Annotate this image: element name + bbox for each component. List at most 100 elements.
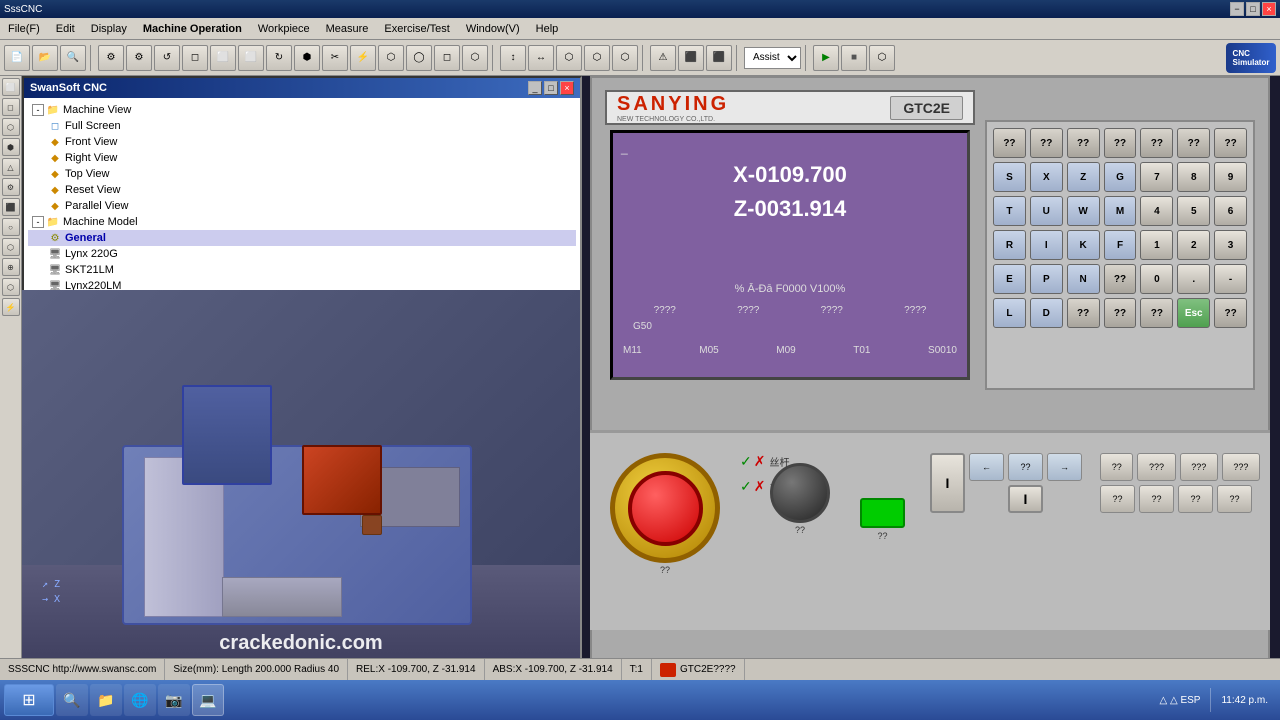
func-btn-6[interactable]: ?? xyxy=(1139,485,1174,513)
tree-node-reset-view[interactable]: ◆ Reset View xyxy=(28,182,576,198)
tool4[interactable]: ◻ xyxy=(182,45,208,71)
menu-machine-operation[interactable]: Machine Operation xyxy=(135,18,250,39)
tree-node-front-view[interactable]: ◆ Front View xyxy=(28,134,576,150)
tree-node-machine-view[interactable]: - 📁 Machine View xyxy=(28,102,576,118)
key-S[interactable]: S xyxy=(993,162,1026,192)
key-minus[interactable]: - xyxy=(1214,264,1247,294)
tool18[interactable]: ⬡ xyxy=(584,45,610,71)
tool19[interactable]: ⬡ xyxy=(612,45,638,71)
menu-help[interactable]: Help xyxy=(528,18,567,39)
minimize-button[interactable]: − xyxy=(1230,2,1244,16)
key-6[interactable]: 6 xyxy=(1214,196,1247,226)
key-dot[interactable]: . xyxy=(1177,264,1210,294)
key-4[interactable]: 4 xyxy=(1140,196,1173,226)
sidebar-icon-1[interactable]: ⬜ xyxy=(2,78,20,96)
key-8[interactable]: 8 xyxy=(1177,162,1210,192)
key-X[interactable]: X xyxy=(1030,162,1063,192)
func-btn-5[interactable]: ?? xyxy=(1100,485,1135,513)
tool11[interactable]: ⬡ xyxy=(378,45,404,71)
sidebar-icon-2[interactable]: ◻ xyxy=(2,98,20,116)
key-5[interactable]: 5 xyxy=(1177,196,1210,226)
tool17[interactable]: ⬡ xyxy=(556,45,582,71)
key-q-r5[interactable]: ?? xyxy=(1104,264,1137,294)
tool12[interactable]: ◯ xyxy=(406,45,432,71)
key-q3[interactable]: ?? xyxy=(1067,128,1100,158)
green-button[interactable] xyxy=(860,498,905,528)
tool10[interactable]: ⚡ xyxy=(350,45,376,71)
sidebar-icon-5[interactable]: △ xyxy=(2,158,20,176)
sidebar-icon-8[interactable]: ○ xyxy=(2,218,20,236)
sidebar-icon-12[interactable]: ⚡ xyxy=(2,298,20,316)
tool16[interactable]: ↔ xyxy=(528,45,554,71)
key-q-r6c[interactable]: ?? xyxy=(1140,298,1173,328)
key-L[interactable]: L xyxy=(993,298,1026,328)
key-9[interactable]: 9 xyxy=(1214,162,1247,192)
key-I[interactable]: I xyxy=(1030,230,1063,260)
tree-node-machine-model[interactable]: - 📁 Machine Model xyxy=(28,214,576,230)
menu-file[interactable]: File(F) xyxy=(0,18,48,39)
key-esc[interactable]: Esc xyxy=(1177,298,1210,328)
func-btn-7[interactable]: ?? xyxy=(1178,485,1213,513)
tool2[interactable]: ⚙ xyxy=(126,45,152,71)
tool1[interactable]: ⚙ xyxy=(98,45,124,71)
key-q2[interactable]: ?? xyxy=(1030,128,1063,158)
menu-exercise[interactable]: Exercise/Test xyxy=(376,18,457,39)
key-1[interactable]: 1 xyxy=(1140,230,1173,260)
key-K[interactable]: K xyxy=(1067,230,1100,260)
sidebar-icon-10[interactable]: ⊕ xyxy=(2,258,20,276)
key-3[interactable]: 3 xyxy=(1214,230,1247,260)
file-explorer-button[interactable]: 📁 xyxy=(90,684,122,716)
key-q-r6a[interactable]: ?? xyxy=(1067,298,1100,328)
tool5[interactable]: ⬜ xyxy=(210,45,236,71)
tree-close-button[interactable]: × xyxy=(560,81,574,95)
app-button[interactable]: 💻 xyxy=(192,684,224,716)
open-button[interactable]: 📂 xyxy=(32,45,58,71)
i-button-main[interactable]: I xyxy=(930,453,965,513)
browser-button[interactable]: 🌐 xyxy=(124,684,156,716)
key-7[interactable]: 7 xyxy=(1140,162,1173,192)
key-N[interactable]: N xyxy=(1067,264,1100,294)
close-button[interactable]: × xyxy=(1262,2,1276,16)
key-U[interactable]: U xyxy=(1030,196,1063,226)
sidebar-icon-11[interactable]: ⬡ xyxy=(2,278,20,296)
tree-minimize-button[interactable]: _ xyxy=(528,81,542,95)
key-q-r6b[interactable]: ?? xyxy=(1104,298,1137,328)
tool21[interactable]: ⬛ xyxy=(678,45,704,71)
key-F[interactable]: F xyxy=(1104,230,1137,260)
expand-machine-view[interactable]: - xyxy=(32,104,44,116)
key-G[interactable]: G xyxy=(1104,162,1137,192)
tree-node-right-view[interactable]: ◆ Right View xyxy=(28,150,576,166)
func-btn-2[interactable]: ??? xyxy=(1137,453,1175,481)
tool-extra[interactable]: ⬡ xyxy=(869,45,895,71)
tree-node-full-screen[interactable]: ◻ Full Screen xyxy=(28,118,576,134)
stop-button[interactable]: ■ xyxy=(841,45,867,71)
play-button[interactable]: ▶ xyxy=(813,45,839,71)
nav-left-arrow[interactable]: ← xyxy=(969,453,1004,481)
tool9[interactable]: ✂ xyxy=(322,45,348,71)
key-W[interactable]: W xyxy=(1067,196,1100,226)
key-q1[interactable]: ?? xyxy=(993,128,1026,158)
i-button-sub[interactable]: I xyxy=(1008,485,1043,513)
camera-button[interactable]: 📷 xyxy=(158,684,190,716)
tree-maximize-button[interactable]: □ xyxy=(544,81,558,95)
tree-node-lynx220g[interactable]: 🖥 Lynx 220G xyxy=(28,246,576,262)
menu-workpiece[interactable]: Workpiece xyxy=(250,18,318,39)
tool8[interactable]: ⬢ xyxy=(294,45,320,71)
search-taskbar-button[interactable]: 🔍 xyxy=(56,684,88,716)
estop-button[interactable] xyxy=(628,471,703,546)
key-q5[interactable]: ?? xyxy=(1140,128,1173,158)
tool14[interactable]: ⬡ xyxy=(462,45,488,71)
sidebar-icon-9[interactable]: ⬡ xyxy=(2,238,20,256)
key-q6[interactable]: ?? xyxy=(1177,128,1210,158)
tool20[interactable]: ⚠ xyxy=(650,45,676,71)
func-btn-3[interactable]: ??? xyxy=(1180,453,1218,481)
sidebar-icon-7[interactable]: ⬛ xyxy=(2,198,20,216)
start-button[interactable]: ⊞ xyxy=(4,684,54,716)
expand-machine-model[interactable]: - xyxy=(32,216,44,228)
sidebar-icon-6[interactable]: ⚙ xyxy=(2,178,20,196)
key-E[interactable]: E xyxy=(993,264,1026,294)
key-P[interactable]: P xyxy=(1030,264,1063,294)
menu-measure[interactable]: Measure xyxy=(318,18,377,39)
tool15[interactable]: ↕ xyxy=(500,45,526,71)
key-q7[interactable]: ?? xyxy=(1214,128,1247,158)
